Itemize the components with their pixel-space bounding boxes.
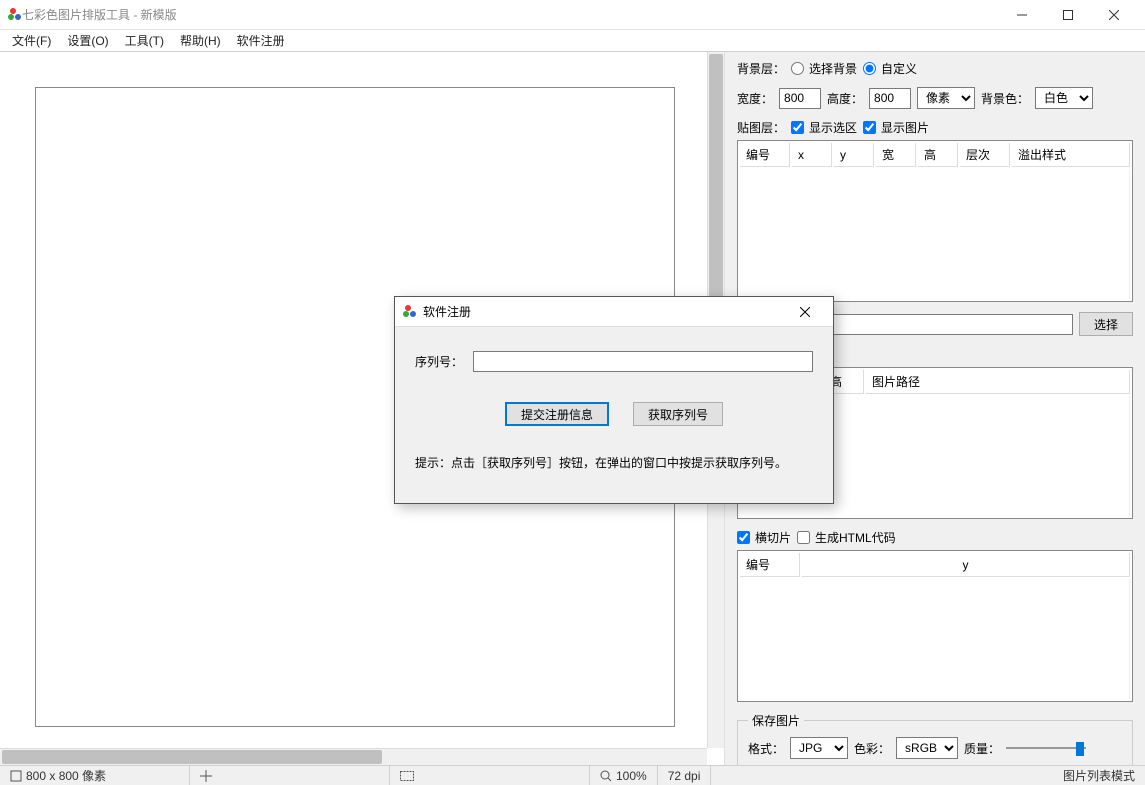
quality-label: 质量： xyxy=(964,740,1000,757)
save-fieldset: 保存图片 格式： JPG 色彩： sRGB 质量： 90(高) 图片保存到： 选… xyxy=(737,712,1133,765)
status-dpi: 72 dpi xyxy=(658,766,712,785)
color-label: 色彩： xyxy=(854,740,890,757)
serial-input[interactable] xyxy=(473,351,813,372)
status-pointer xyxy=(190,766,390,785)
menu-file[interactable]: 文件(F) xyxy=(4,30,59,51)
format-label: 格式： xyxy=(748,740,784,757)
slice-group: 横切片 生成HTML代码 编号 y xyxy=(737,529,1133,702)
format-select[interactable]: JPG xyxy=(790,737,848,759)
check-show-selection[interactable]: 显示选区 xyxy=(791,119,857,136)
height-label: 高度： xyxy=(827,90,863,107)
save-legend: 保存图片 xyxy=(748,712,804,729)
radio-custom-bg[interactable]: 自定义 xyxy=(863,60,917,77)
status-mode[interactable]: 图片列表模式 xyxy=(1053,766,1145,785)
dialog-titlebar: 软件注册 xyxy=(395,297,833,327)
rect-icon xyxy=(400,771,414,781)
check-gen-html[interactable]: 生成HTML代码 xyxy=(797,529,896,546)
check-show-image[interactable]: 显示图片 xyxy=(863,119,929,136)
width-input[interactable] xyxy=(779,88,821,109)
status-dims: 800 x 800 像素 xyxy=(0,766,190,785)
bg-row: 背景层： 选择背景 自定义 xyxy=(737,60,1133,77)
check-hslice[interactable]: 横切片 xyxy=(737,529,791,546)
crosshair-icon xyxy=(200,770,212,782)
layer-table[interactable]: 编号 x y 宽 高 层次 溢出样式 xyxy=(737,140,1133,302)
menu-tools[interactable]: 工具(T) xyxy=(117,30,172,51)
bgcolor-label: 背景色： xyxy=(981,90,1029,107)
status-rect xyxy=(390,766,590,785)
quality-slider[interactable] xyxy=(1006,739,1086,757)
menu-help[interactable]: 帮助(H) xyxy=(172,30,229,51)
crop-icon xyxy=(10,770,22,782)
dialog-close-button[interactable] xyxy=(785,304,825,320)
window-controls xyxy=(999,0,1137,30)
menu-settings[interactable]: 设置(O) xyxy=(59,30,116,51)
horizontal-scrollbar[interactable] xyxy=(0,748,707,765)
menu-register[interactable]: 软件注册 xyxy=(229,30,293,51)
menubar: 文件(F) 设置(O) 工具(T) 帮助(H) 软件注册 xyxy=(0,30,1145,52)
dialog-icon xyxy=(403,305,417,319)
select-button-1[interactable]: 选择 xyxy=(1079,312,1133,336)
register-dialog: 软件注册 序列号： 提交注册信息 获取序列号 提示：点击［获取序列号］按钮，在弹… xyxy=(394,296,834,504)
dialog-hint: 提示：点击［获取序列号］按钮，在弹出的窗口中按提示获取序列号。 xyxy=(415,454,813,471)
layer-group: 贴图层： 显示选区 显示图片 编号 x y 宽 高 层次 溢出样式 xyxy=(737,119,1133,302)
statusbar: 800 x 800 像素 100% 72 dpi 图片列表模式 xyxy=(0,765,1145,785)
titlebar: 七彩色图片排版工具 - 新模版 xyxy=(0,0,1145,30)
minimize-button[interactable] xyxy=(999,0,1045,30)
app-icon xyxy=(8,8,22,22)
close-button[interactable] xyxy=(1091,0,1137,30)
color-select[interactable]: sRGB xyxy=(896,737,958,759)
height-input[interactable] xyxy=(869,88,911,109)
radio-select-bg[interactable]: 选择背景 xyxy=(791,60,857,77)
width-label: 宽度： xyxy=(737,90,773,107)
dialog-title: 软件注册 xyxy=(423,303,785,320)
size-row: 宽度： 高度： 像素 背景色： 白色 xyxy=(737,87,1133,109)
bg-label: 背景层： xyxy=(737,60,785,77)
slice-table[interactable]: 编号 y xyxy=(737,550,1133,702)
window-title: 七彩色图片排版工具 - 新模版 xyxy=(22,6,999,23)
unit-select[interactable]: 像素 xyxy=(917,87,975,109)
status-zoom: 100% xyxy=(590,766,658,785)
maximize-button[interactable] xyxy=(1045,0,1091,30)
magnifier-icon xyxy=(600,770,612,782)
submit-button[interactable]: 提交注册信息 xyxy=(505,402,609,426)
serial-label: 序列号： xyxy=(415,353,463,370)
layer-label: 贴图层： xyxy=(737,119,785,136)
bgcolor-select[interactable]: 白色 xyxy=(1035,87,1093,109)
get-serial-button[interactable]: 获取序列号 xyxy=(633,402,723,426)
